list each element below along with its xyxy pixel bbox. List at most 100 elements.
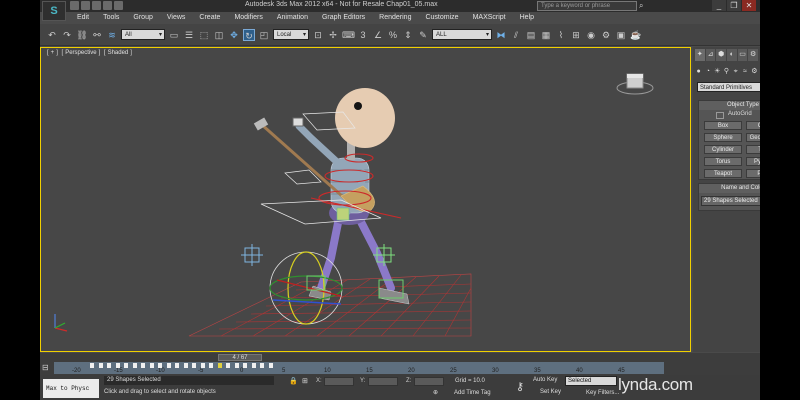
rendered-frame-icon[interactable]: ▣ bbox=[615, 29, 627, 41]
space-warps-icon[interactable]: ≈ bbox=[741, 67, 748, 76]
align-icon[interactable]: ⫽ bbox=[510, 29, 522, 41]
hierarchy-tab[interactable]: ⬢ bbox=[716, 49, 727, 61]
autogrid-checkbox[interactable] bbox=[716, 112, 724, 119]
open-file-icon[interactable] bbox=[81, 1, 90, 10]
menu-modifiers[interactable]: Modifiers bbox=[227, 12, 269, 24]
key-filters-button[interactable]: Key Filters... bbox=[586, 389, 619, 398]
select-move-icon[interactable]: ✥ bbox=[228, 29, 240, 41]
menu-tools[interactable]: Tools bbox=[96, 12, 126, 24]
manipulate-icon[interactable]: ✢ bbox=[327, 29, 339, 41]
animation-key[interactable] bbox=[175, 363, 179, 368]
selection-lock-icon[interactable]: 🔒 bbox=[289, 377, 298, 385]
animation-key[interactable] bbox=[226, 363, 230, 368]
animation-key[interactable] bbox=[115, 363, 120, 368]
edit-named-selection-icon[interactable]: ✎ bbox=[417, 29, 429, 41]
angle-snap-icon[interactable]: ∠ bbox=[372, 29, 384, 41]
redo-icon[interactable]: ↷ bbox=[61, 29, 73, 41]
keyboard-shortcut-icon[interactable]: ⌨ bbox=[342, 29, 355, 41]
y-coordinate-field[interactable] bbox=[368, 377, 398, 386]
shapes-icon[interactable]: ◔ bbox=[704, 67, 711, 76]
window-crossing-icon[interactable]: ◫ bbox=[213, 29, 225, 41]
key-selection-dropdown[interactable]: Selected bbox=[565, 376, 617, 386]
animation-key[interactable] bbox=[209, 363, 213, 368]
search-icon[interactable]: ⌕ bbox=[639, 1, 649, 11]
torus-button[interactable]: Torus bbox=[704, 157, 742, 166]
select-scale-icon[interactable]: ◰ bbox=[258, 29, 270, 41]
animation-key[interactable] bbox=[90, 363, 94, 368]
object-name-field[interactable]: 29 Shapes Selected bbox=[701, 196, 760, 206]
reference-coordinate-dropdown[interactable]: Local bbox=[273, 29, 309, 41]
set-key-button[interactable]: Set Key bbox=[540, 389, 561, 395]
menu-rendering[interactable]: Rendering bbox=[372, 12, 418, 24]
graphite-ribbon-icon[interactable]: ▦ bbox=[540, 29, 552, 41]
cone-button[interactable]: Cone bbox=[746, 121, 760, 130]
layer-manager-icon[interactable]: ▤ bbox=[525, 29, 537, 41]
animation-key[interactable] bbox=[200, 363, 205, 368]
geosphere-button[interactable]: GeoSphere bbox=[746, 133, 760, 142]
menu-create[interactable]: Create bbox=[192, 12, 227, 24]
select-object-icon[interactable]: ▭ bbox=[168, 29, 180, 41]
menu-help[interactable]: Help bbox=[513, 12, 541, 24]
lights-icon[interactable]: ☀ bbox=[714, 67, 721, 76]
menu-group[interactable]: Group bbox=[126, 12, 159, 24]
animation-key[interactable] bbox=[124, 363, 128, 368]
unlink-icon[interactable]: ⚯ bbox=[91, 29, 103, 41]
name-and-color-title[interactable]: Name and Color bbox=[699, 184, 760, 193]
motion-tab[interactable]: ◐ bbox=[727, 49, 737, 61]
animation-key[interactable] bbox=[192, 363, 196, 368]
animation-key[interactable] bbox=[217, 363, 222, 368]
curve-editor-icon[interactable]: ⌇ bbox=[555, 29, 567, 41]
new-file-icon[interactable] bbox=[70, 1, 79, 10]
animation-key[interactable] bbox=[98, 363, 103, 368]
tube-button[interactable]: Tube bbox=[746, 145, 760, 154]
time-slider[interactable]: 4 / 67 bbox=[68, 354, 664, 361]
menu-graph-editors[interactable]: Graph Editors bbox=[315, 12, 372, 24]
animation-key[interactable] bbox=[234, 363, 239, 368]
sphere-button[interactable]: Sphere bbox=[704, 133, 742, 142]
selection-filter-dropdown[interactable]: All bbox=[121, 29, 165, 41]
create-tab[interactable]: ✦ bbox=[695, 49, 705, 61]
time-slider-thumb[interactable]: 4 / 67 bbox=[218, 354, 262, 361]
menu-maxscript[interactable]: MAXScript bbox=[466, 12, 513, 24]
menu-views[interactable]: Views bbox=[160, 12, 193, 24]
schematic-view-icon[interactable]: ⊞ bbox=[570, 29, 582, 41]
minimize-button[interactable]: _ bbox=[712, 0, 726, 11]
material-editor-icon[interactable]: ◉ bbox=[585, 29, 597, 41]
render-production-icon[interactable]: ☕ bbox=[630, 29, 642, 41]
animation-key[interactable] bbox=[166, 363, 171, 368]
auto-key-button[interactable]: Auto Key bbox=[533, 377, 557, 383]
render-setup-icon[interactable]: ⚙ bbox=[600, 29, 612, 41]
pivot-center-icon[interactable]: ⊡ bbox=[312, 29, 324, 41]
teapot-button[interactable]: Teapot bbox=[704, 169, 742, 178]
search-input[interactable]: Type a keyword or phrase bbox=[537, 1, 637, 11]
timeline-mini-curve-icon[interactable]: ⊟ bbox=[42, 362, 52, 374]
geometry-icon[interactable]: ● bbox=[695, 67, 702, 76]
helpers-icon[interactable]: ⌖ bbox=[732, 67, 739, 76]
cameras-icon[interactable]: ⚲ bbox=[723, 67, 730, 76]
animation-key[interactable] bbox=[243, 363, 247, 368]
cylinder-button[interactable]: Cylinder bbox=[704, 145, 742, 154]
snaps-toggle-icon[interactable]: 3 bbox=[357, 29, 369, 41]
animation-key[interactable] bbox=[149, 363, 154, 368]
set-key-icon[interactable]: ⚷ bbox=[516, 380, 524, 393]
menu-edit[interactable]: Edit bbox=[70, 12, 96, 24]
maxscript-listener[interactable]: Max to Physc bbox=[43, 379, 99, 398]
absolute-mode-icon[interactable]: ⊞ bbox=[302, 377, 308, 385]
bind-space-warp-icon[interactable]: ≋ bbox=[106, 29, 118, 41]
animation-key[interactable] bbox=[107, 363, 111, 368]
animation-key[interactable] bbox=[260, 363, 264, 368]
menu-customize[interactable]: Customize bbox=[418, 12, 465, 24]
link-icon[interactable]: ⛓ bbox=[76, 29, 88, 41]
maximize-button[interactable]: ❐ bbox=[727, 0, 741, 11]
systems-icon[interactable]: ⚙ bbox=[751, 67, 758, 76]
selection-region-icon[interactable]: ⬚ bbox=[198, 29, 210, 41]
mirror-icon[interactable]: ⧓ bbox=[495, 29, 507, 41]
pyramid-button[interactable]: Pyramid bbox=[746, 157, 760, 166]
track-bar[interactable]: -20 -15 -10 -5 0 5 10 15 20 25 30 35 40 45 bbox=[54, 362, 664, 374]
utilities-tab[interactable]: ⚙ bbox=[748, 49, 759, 61]
primitive-category-dropdown[interactable]: Standard Primitives bbox=[697, 82, 760, 92]
time-tag-icon[interactable]: ⊕ bbox=[433, 389, 443, 397]
box-button[interactable]: Box bbox=[704, 121, 742, 130]
animation-key[interactable] bbox=[268, 363, 273, 368]
animation-key[interactable] bbox=[132, 363, 137, 368]
